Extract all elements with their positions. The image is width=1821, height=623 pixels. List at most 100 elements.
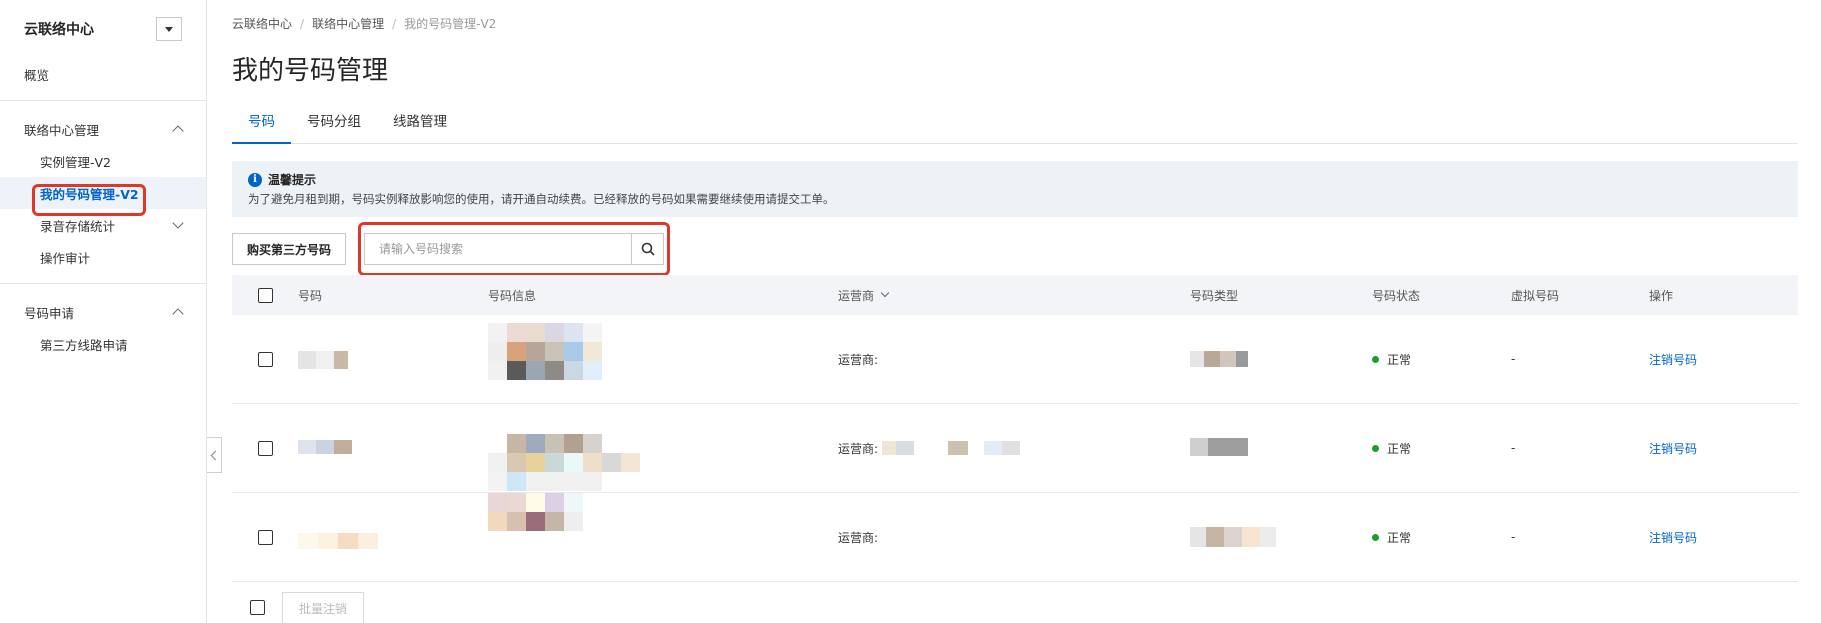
row-select-cell [232, 493, 298, 581]
header-number: 号码 [298, 288, 323, 303]
header-virtual-number: 虚拟号码 [1511, 288, 1560, 303]
row-select-cell [232, 315, 298, 403]
status-dot-ok [1372, 355, 1379, 363]
sidebar-group-label: 联络中心管理 [24, 122, 100, 138]
deregister-number-link[interactable]: 注销号码 [1649, 529, 1697, 546]
chevron-left-icon [210, 450, 221, 460]
status-cell: 正常 [1372, 493, 1511, 581]
sidebar-item-recording-storage[interactable]: 录音存储统计 [0, 209, 206, 241]
redacted-number-info [488, 434, 640, 491]
deregister-number-link[interactable]: 注销号码 [1649, 440, 1697, 457]
table-row: 运营商: 正常 - 注销号码 [232, 493, 1798, 582]
status-dot-ok [1372, 444, 1379, 452]
search-box [364, 233, 664, 265]
status-text: 正常 [1387, 530, 1412, 545]
row-checkbox[interactable] [257, 440, 273, 456]
sidebar: 云联络中心 概览 联络中心管理 实例管理-V2 我的号码管理-V2 录音存储统计… [0, 0, 207, 623]
header-actions: 操作 [1649, 288, 1674, 303]
status-cell: 正常 [1372, 404, 1511, 492]
status-cell: 正常 [1372, 315, 1511, 403]
sidebar-title: 云联络中心 [24, 22, 94, 38]
tab-numbers[interactable]: 号码 [232, 108, 291, 144]
batch-deregister-button[interactable]: 批量注销 [282, 592, 365, 623]
tab-bar: 号码 号码分组 线路管理 [232, 108, 1798, 144]
header-number-info: 号码信息 [488, 288, 537, 303]
header-select-cell [232, 275, 298, 315]
sidebar-item-my-numbers[interactable]: 我的号码管理-V2 [0, 177, 206, 209]
notice-banner: i 温馨提示 为了避免月租到期，号码实例释放影响您的使用，请开通自动续费。已经释… [232, 161, 1798, 217]
sidebar-item-instance-management[interactable]: 实例管理-V2 [0, 145, 206, 177]
numbers-table: 号码 号码信息 运营商 号码类型 号码状态 虚拟号码 操作 运营商: 正常 - … [232, 275, 1798, 582]
number-info-cell [488, 315, 838, 403]
redacted-number-info [488, 493, 583, 531]
header-number-type: 号码类型 [1190, 288, 1239, 303]
status-dot-ok [1372, 533, 1379, 541]
breadcrumb-current: 我的号码管理-V2 [404, 17, 497, 31]
footer-select-all-checkbox[interactable] [250, 600, 265, 615]
redacted-number-type [1190, 438, 1248, 456]
sidebar-item-label: 录音存储统计 [40, 218, 116, 234]
sidebar-collapse-handle[interactable] [207, 437, 222, 473]
sidebar-item-overview[interactable]: 概览 [0, 58, 206, 90]
action-cell: 注销号码 [1649, 315, 1798, 403]
search-button[interactable] [631, 234, 663, 264]
chevron-down-icon [880, 288, 890, 298]
tab-line-management[interactable]: 线路管理 [377, 108, 463, 144]
product-switch-dropdown[interactable] [156, 17, 182, 41]
carrier-label: 运营商: [838, 441, 879, 456]
notice-title-row: i 温馨提示 [248, 171, 1782, 188]
virtual-number-cell: - [1511, 530, 1516, 544]
select-all-checkbox[interactable] [257, 287, 273, 303]
status-text: 正常 [1387, 352, 1412, 367]
table-header: 号码 号码信息 运营商 号码类型 号码状态 虚拟号码 操作 [232, 275, 1798, 315]
search-input[interactable] [365, 234, 631, 264]
action-cell: 注销号码 [1649, 404, 1798, 492]
chevron-up-icon [172, 308, 184, 320]
notice-text: 为了避免月租到期，号码实例释放影响您的使用，请开通自动续费。已经释放的号码如果需… [248, 192, 835, 206]
row-checkbox[interactable] [257, 351, 273, 367]
table-row: 运营商: 正常 - 注销号码 [232, 404, 1798, 493]
tab-number-groups[interactable]: 号码分组 [291, 108, 377, 144]
number-type-cell [1190, 493, 1372, 581]
table-row: 运营商: 正常 - 注销号码 [232, 315, 1798, 404]
toolbar: 购买第三方号码 [232, 222, 670, 276]
redacted-carrier [882, 441, 1020, 455]
row-select-cell [232, 404, 298, 492]
search-icon [641, 242, 655, 256]
carrier-cell: 运营商: [838, 404, 1190, 492]
sidebar-group-number-application[interactable]: 号码申请 [0, 296, 206, 328]
number-info-cell [488, 493, 838, 581]
table-footer: 批量注销 [232, 592, 365, 623]
redacted-number-type [1190, 351, 1248, 367]
redacted-number-info [488, 323, 602, 380]
notice-title: 温馨提示 [268, 173, 317, 187]
header-carrier-label: 运营商 [838, 288, 875, 303]
sidebar-divider [0, 283, 206, 284]
redacted-number-type [1190, 527, 1276, 547]
sidebar-group-label: 号码申请 [24, 305, 75, 321]
breadcrumb-item[interactable]: 联络中心管理 [312, 15, 384, 32]
redacted-number [298, 533, 378, 549]
sidebar-group-contact-center[interactable]: 联络中心管理 [0, 113, 206, 145]
sidebar-divider [0, 100, 206, 101]
carrier-cell: 运营商: [838, 352, 879, 367]
sidebar-item-third-party-line[interactable]: 第三方线路申请 [0, 328, 206, 360]
number-type-cell [1190, 315, 1372, 403]
status-text: 正常 [1387, 441, 1412, 456]
row-checkbox[interactable] [257, 529, 273, 545]
header-carrier[interactable]: 运营商 [838, 275, 1190, 315]
deregister-number-link[interactable]: 注销号码 [1649, 351, 1697, 368]
caret-down-icon [165, 26, 173, 32]
chevron-down-icon [172, 217, 184, 229]
chevron-up-icon [172, 125, 184, 137]
app-root: 云联络中心 概览 联络中心管理 实例管理-V2 我的号码管理-V2 录音存储统计… [0, 0, 1821, 623]
breadcrumb-separator: / [392, 16, 397, 31]
action-cell: 注销号码 [1649, 493, 1798, 581]
breadcrumb-item[interactable]: 云联络中心 [232, 15, 292, 32]
number-cell [298, 404, 488, 492]
redacted-number [298, 351, 348, 369]
buy-third-party-number-button[interactable]: 购买第三方号码 [232, 233, 347, 265]
sidebar-item-audit[interactable]: 操作审计 [0, 241, 206, 273]
number-cell [298, 493, 488, 581]
virtual-number-cell: - [1511, 352, 1516, 366]
